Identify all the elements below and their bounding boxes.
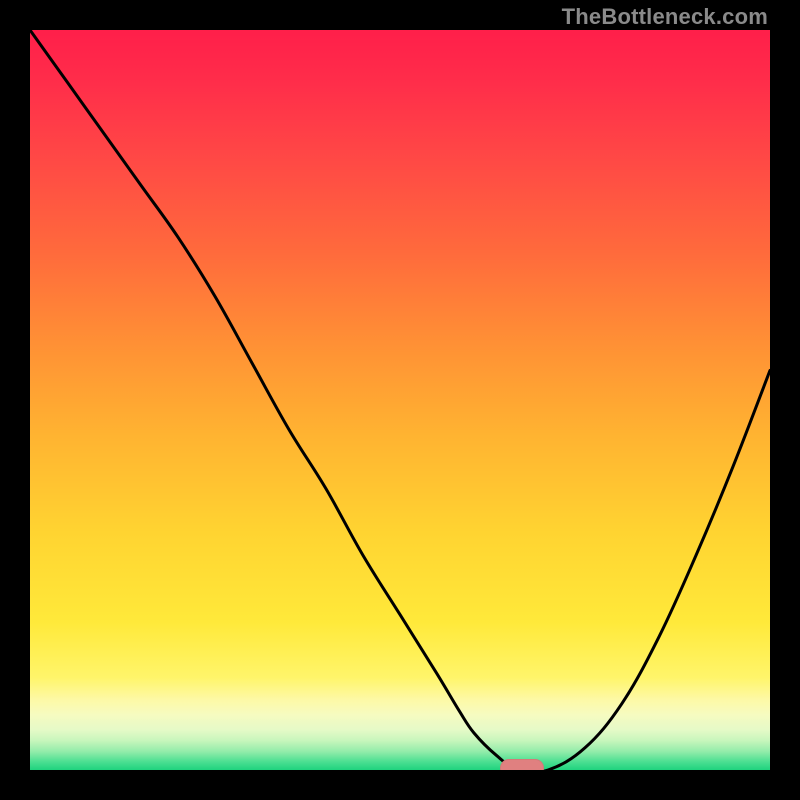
outer-frame: TheBottleneck.com: [0, 0, 800, 800]
watermark-text: TheBottleneck.com: [562, 4, 768, 30]
bottleneck-chart: [30, 30, 770, 770]
gradient-background: [30, 30, 770, 770]
plot-area: [30, 30, 770, 770]
optimal-range-marker: [500, 759, 544, 770]
